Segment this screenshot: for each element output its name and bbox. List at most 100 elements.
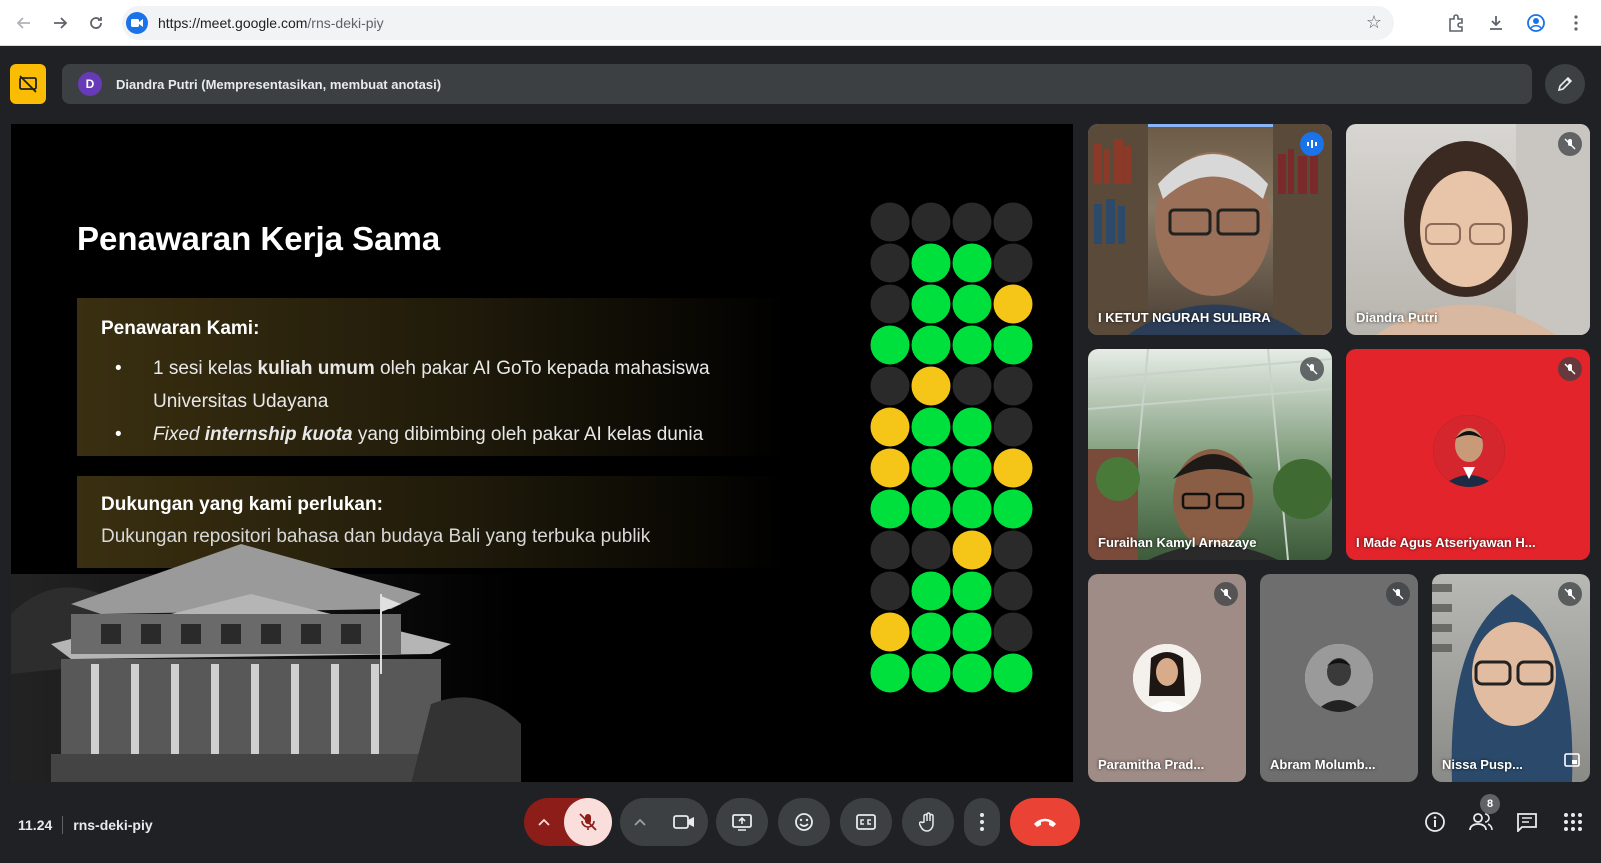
- grid-dot: [952, 202, 992, 242]
- address-bar[interactable]: https://meet.google.com/rns-deki-piy ☆: [122, 6, 1394, 40]
- participant-tile[interactable]: Abram Molumb...: [1260, 574, 1418, 782]
- camera-toggle-button[interactable]: [660, 798, 708, 846]
- grid-dot: [911, 366, 951, 406]
- grid-dot: [952, 612, 992, 652]
- grid-dot: [870, 407, 910, 447]
- offer-item-italic: Fixed: [153, 424, 205, 445]
- grid-dot: [911, 325, 951, 365]
- grid-dot: [870, 530, 910, 570]
- participant-tile[interactable]: Furaihan Kamyl Arnazaye: [1088, 349, 1332, 560]
- grid-dot: [993, 653, 1033, 693]
- mic-off-icon: [1558, 132, 1582, 156]
- offer-item: 1 sesi kelas kuliah umum oleh pakar AI G…: [101, 352, 781, 418]
- url-text[interactable]: https://meet.google.com/rns-deki-piy: [158, 15, 384, 31]
- raise-hand-button[interactable]: [902, 798, 954, 846]
- grid-dot: [952, 284, 992, 324]
- participant-tile[interactable]: I Made Agus Atseriyawan H...: [1346, 349, 1590, 560]
- grid-dot: [911, 489, 951, 529]
- url-path: /rns-deki-piy: [307, 15, 384, 31]
- chat-button[interactable]: [1513, 808, 1541, 836]
- profile-icon[interactable]: [1521, 8, 1551, 38]
- mic-off-icon: [579, 813, 597, 831]
- grid-dot: [993, 612, 1033, 652]
- annotate-button[interactable]: [1545, 64, 1585, 104]
- present-screen-icon: [732, 814, 752, 831]
- grid-dot: [911, 448, 951, 488]
- captions-button[interactable]: [840, 798, 892, 846]
- grid-dot: [993, 530, 1033, 570]
- participant-name: I KETUT NGURAH SULIBRA: [1098, 310, 1271, 325]
- grid-dot: [993, 366, 1033, 406]
- participant-tile[interactable]: Diandra Putri: [1346, 124, 1590, 335]
- grid-dot: [911, 243, 951, 283]
- grid-dot: [911, 284, 951, 324]
- back-icon[interactable]: [12, 11, 36, 35]
- grid-dot: [952, 530, 992, 570]
- speaking-indicator-icon: [1300, 132, 1324, 156]
- grid-dot: [911, 407, 951, 447]
- avatar: [1133, 644, 1201, 712]
- offer-item-text: yang dibimbing oleh pakar AI kelas dunia: [352, 424, 704, 445]
- bookmark-star-icon[interactable]: ☆: [1366, 12, 1382, 33]
- grid-dot: [993, 284, 1033, 324]
- activities-button[interactable]: [1559, 808, 1587, 836]
- pip-icon[interactable]: [1564, 753, 1580, 772]
- offer-heading: Penawaran Kami:: [101, 318, 260, 339]
- camera-icon: [673, 815, 694, 829]
- grid-dot: [993, 202, 1033, 242]
- audio-options-chevron-icon[interactable]: [524, 798, 564, 846]
- participant-name: I Made Agus Atseriyawan H...: [1356, 535, 1536, 550]
- more-vert-icon: [980, 813, 984, 831]
- reload-icon[interactable]: [84, 11, 108, 35]
- grid-dot: [952, 448, 992, 488]
- offer-item-bold-italic: internship kuota: [204, 424, 353, 445]
- presenting-indicator[interactable]: [10, 64, 46, 104]
- people-button[interactable]: [1467, 808, 1495, 836]
- grid-dot: [993, 325, 1033, 365]
- grid-dot: [952, 366, 992, 406]
- download-icon[interactable]: [1481, 8, 1511, 38]
- grid-dot: [911, 612, 951, 652]
- grid-dot: [952, 407, 992, 447]
- participant-tile[interactable]: Paramitha Prad...: [1088, 574, 1246, 782]
- meeting-info: 11.24 rns-deki-piy: [18, 816, 153, 834]
- leave-call-button[interactable]: [1010, 798, 1080, 846]
- apps-grid-icon: [1564, 813, 1582, 831]
- offer-box: Penawaran Kami: 1 sesi kelas kuliah umum…: [77, 298, 787, 456]
- more-options-button[interactable]: [964, 798, 1000, 846]
- info-icon: [1425, 812, 1445, 832]
- avatar: [1305, 644, 1373, 712]
- browser-actions: [1441, 0, 1601, 46]
- shared-screen: Penawaran Kerja Sama Penawaran Kami: 1 s…: [11, 124, 1073, 782]
- mic-off-icon: [1558, 357, 1582, 381]
- participant-tile[interactable]: I KETUT NGURAH SULIBRA: [1088, 124, 1332, 335]
- grid-dot: [870, 243, 910, 283]
- grid-dot: [993, 243, 1033, 283]
- participant-name: Nissa Pusp...: [1442, 757, 1523, 772]
- reactions-button[interactable]: [778, 798, 830, 846]
- mic-toggle-button[interactable]: [564, 798, 612, 846]
- divider: [62, 816, 64, 834]
- grid-dot: [952, 571, 992, 611]
- grid-dot: [993, 448, 1033, 488]
- grid-dot: [870, 284, 910, 324]
- browser-menu-icon[interactable]: [1561, 8, 1591, 38]
- video-options-chevron-icon[interactable]: [620, 798, 660, 846]
- meeting-details-button[interactable]: [1421, 808, 1449, 836]
- grid-dot: [952, 489, 992, 529]
- extensions-icon[interactable]: [1441, 8, 1471, 38]
- grid-dot: [952, 325, 992, 365]
- forward-icon[interactable]: [48, 11, 72, 35]
- hand-icon: [919, 812, 934, 832]
- browser-toolbar: https://meet.google.com/rns-deki-piy ☆: [0, 0, 1601, 46]
- avatar: [1433, 415, 1505, 487]
- grid-dot: [870, 366, 910, 406]
- support-heading: Dukungan yang kami perlukan:: [101, 494, 383, 515]
- present-screen-button[interactable]: [716, 798, 768, 846]
- participant-tile[interactable]: Nissa Pusp...: [1432, 574, 1590, 782]
- meeting-code: rns-deki-piy: [73, 817, 153, 833]
- building-image: [11, 544, 521, 782]
- pen-icon: [1557, 76, 1573, 92]
- site-info-icon[interactable]: [126, 12, 148, 34]
- grid-dot: [952, 243, 992, 283]
